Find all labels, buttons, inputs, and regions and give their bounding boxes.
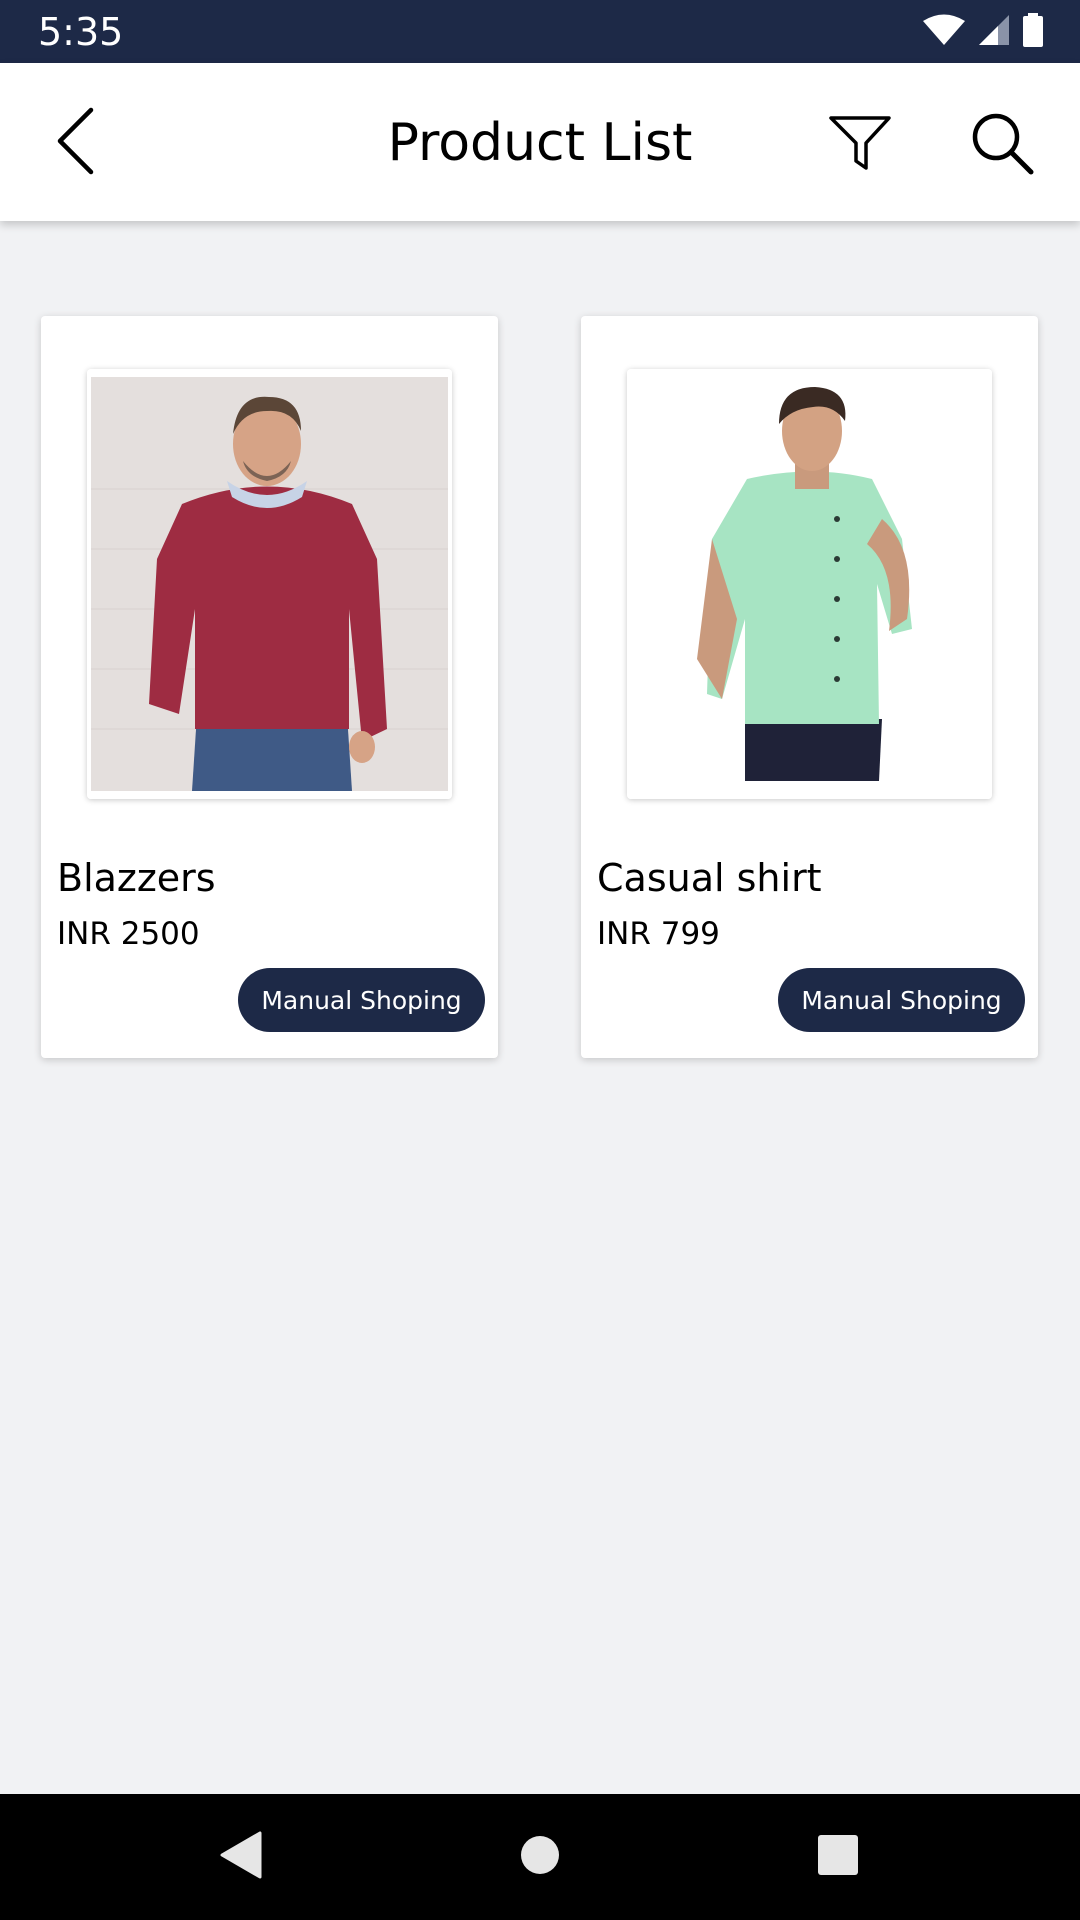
product-card[interactable]: Blazzers INR 2500 Manual Shoping: [41, 316, 498, 1058]
status-time: 5:35: [38, 10, 124, 54]
nav-back-icon: [218, 1831, 262, 1884]
manual-shopping-button[interactable]: Manual Shoping: [238, 968, 485, 1032]
nav-home-icon: [520, 1835, 560, 1880]
filter-button[interactable]: [820, 105, 900, 185]
page-title: Product List: [387, 113, 693, 173]
product-name: Blazzers: [57, 856, 216, 900]
nav-recents-button[interactable]: [805, 1824, 871, 1890]
signal-icon: [978, 14, 1010, 51]
wifi-icon: [922, 14, 966, 51]
app-bar: Product List: [0, 63, 1080, 221]
product-image: [627, 369, 992, 799]
product-image: [87, 369, 452, 799]
status-icons: [922, 12, 1044, 52]
search-button[interactable]: [962, 105, 1042, 185]
system-nav-bar: [0, 1794, 1080, 1920]
product-card[interactable]: Casual shirt INR 799 Manual Shoping: [581, 316, 1038, 1058]
product-price: INR 2500: [57, 916, 200, 952]
nav-back-button[interactable]: [207, 1824, 273, 1890]
product-name: Casual shirt: [597, 856, 822, 900]
status-bar: 5:35: [0, 0, 1080, 63]
man-in-red-sweater-photo: [87, 369, 452, 799]
nav-recents-icon: [817, 1834, 859, 1881]
manual-shopping-button[interactable]: Manual Shoping: [778, 968, 1025, 1032]
man-in-mint-shirt-photo: [627, 369, 992, 799]
filter-icon: [828, 115, 892, 176]
nav-home-button[interactable]: [507, 1824, 573, 1890]
battery-icon: [1022, 12, 1044, 52]
product-price: INR 799: [597, 916, 720, 952]
search-icon: [970, 111, 1034, 180]
